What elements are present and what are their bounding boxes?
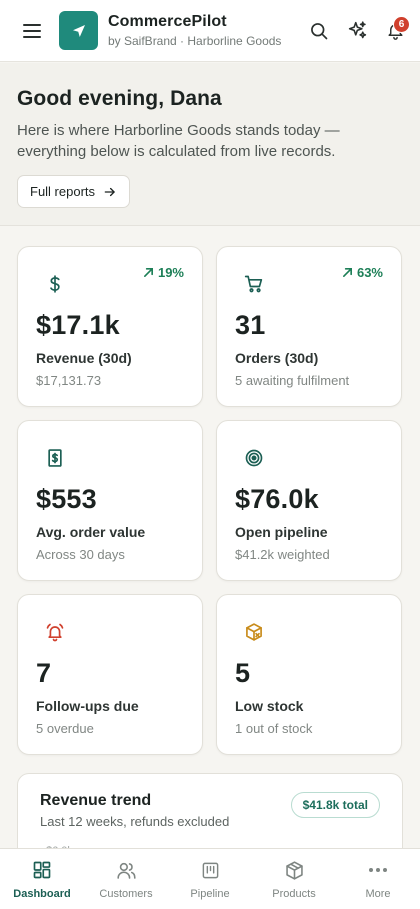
kpi-label: Low stock (235, 698, 304, 714)
kpi-sub: $17,131.73 (36, 373, 102, 388)
trend-indicator: 19% (143, 265, 184, 280)
kpi-label: Open pipeline (235, 524, 328, 540)
kpi-card-followups[interactable]: 7 Follow-ups due 5 overdue (17, 594, 203, 755)
kanban-icon (202, 862, 218, 878)
search-icon (311, 22, 328, 39)
navigation-arrow-icon (72, 24, 85, 37)
more-icon (369, 868, 387, 872)
dashboard-icon (33, 861, 51, 879)
trend-value: 19% (157, 265, 184, 280)
kpi-value: 5 (235, 658, 251, 688)
nav-label: Pipeline (190, 888, 230, 900)
kpi-value: $76.0k (235, 484, 319, 514)
revenue-total-badge: $41.8k total (290, 792, 380, 818)
app-subtitle: by SaifBrand · Harborline Goods (108, 34, 282, 48)
menu-icon (23, 23, 41, 38)
nav-item-customers[interactable]: Customers (84, 849, 168, 909)
greeting-title: Good evening, Dana (17, 87, 222, 110)
full-reports-button[interactable]: Full reports (17, 175, 131, 208)
box-icon (285, 860, 303, 880)
users-icon (116, 862, 136, 879)
kpi-sub: $41.2k weighted (235, 547, 330, 562)
trend-up-icon (143, 268, 153, 277)
bottom-navigation: Dashboard Customers Pipeline Products Mo… (0, 848, 420, 909)
kpi-sub: 5 awaiting fulfilment (235, 373, 350, 388)
notification-badge: 6 (393, 15, 410, 33)
sparkles-icon (348, 21, 366, 39)
brand: CommercePilot by SaifBrand · Harborline … (108, 13, 300, 48)
nav-label: Dashboard (13, 888, 71, 900)
full-reports-label: Full reports (30, 184, 96, 199)
top-app-bar: CommercePilot by SaifBrand · Harborline … (0, 0, 420, 62)
kpi-card-pipeline[interactable]: $76.0k Open pipeline $41.2k weighted (216, 420, 402, 581)
kpi-label: Revenue (30d) (36, 350, 132, 366)
nav-item-dashboard[interactable]: Dashboard (0, 849, 84, 909)
kpi-label: Orders (30d) (235, 350, 319, 366)
kpi-sub: Across 30 days (36, 547, 125, 562)
kpi-card-orders[interactable]: 63% 31 Orders (30d) 5 awaiting fulfilmen… (216, 246, 402, 407)
notifications-button[interactable]: 6 (376, 12, 414, 50)
trend-value: 63% (356, 265, 383, 280)
app-name: CommercePilot (108, 13, 227, 30)
kpi-value: 31 (235, 310, 266, 340)
nav-label: More (365, 888, 391, 900)
nav-item-products[interactable]: Products (252, 849, 336, 909)
kpi-card-aov[interactable]: $553 Avg. order value Across 30 days (17, 420, 203, 581)
cart-icon (244, 275, 263, 293)
nav-label: Products (272, 888, 316, 900)
app-logo (59, 11, 98, 50)
kpi-sub: 1 out of stock (235, 721, 313, 736)
kpi-card-low-stock[interactable]: 5 Low stock 1 out of stock (216, 594, 402, 755)
kpi-label: Avg. order value (36, 524, 146, 540)
kpi-value: $17.1k (36, 310, 120, 340)
ai-assistant-button[interactable] (338, 12, 376, 50)
search-button[interactable] (300, 12, 338, 50)
kpi-label: Follow-ups due (36, 698, 139, 714)
menu-button[interactable] (14, 13, 50, 49)
kpi-value: $553 (36, 484, 97, 514)
trend-indicator: 63% (342, 265, 383, 280)
nav-label: Customers (99, 888, 153, 900)
nav-item-more[interactable]: More (336, 849, 420, 909)
trend-up-icon (342, 268, 352, 277)
greeting-text: Here is where Harborline Goods stands to… (17, 122, 340, 160)
package-icon (246, 623, 262, 641)
arrow-right-icon (104, 187, 115, 196)
nav-item-pipeline[interactable]: Pipeline (168, 849, 252, 909)
kpi-card-revenue[interactable]: 19% $17.1k Revenue (30d) $17,131.73 (17, 246, 203, 407)
kpi-value: 7 (36, 658, 52, 688)
kpi-sub: 5 overdue (36, 721, 94, 736)
alarm-icon (46, 623, 64, 642)
receipt-icon (48, 449, 62, 467)
target-icon (245, 449, 263, 467)
greeting-section: Good evening, Dana Here is where Harborl… (0, 63, 420, 226)
dollar-icon (50, 275, 60, 293)
